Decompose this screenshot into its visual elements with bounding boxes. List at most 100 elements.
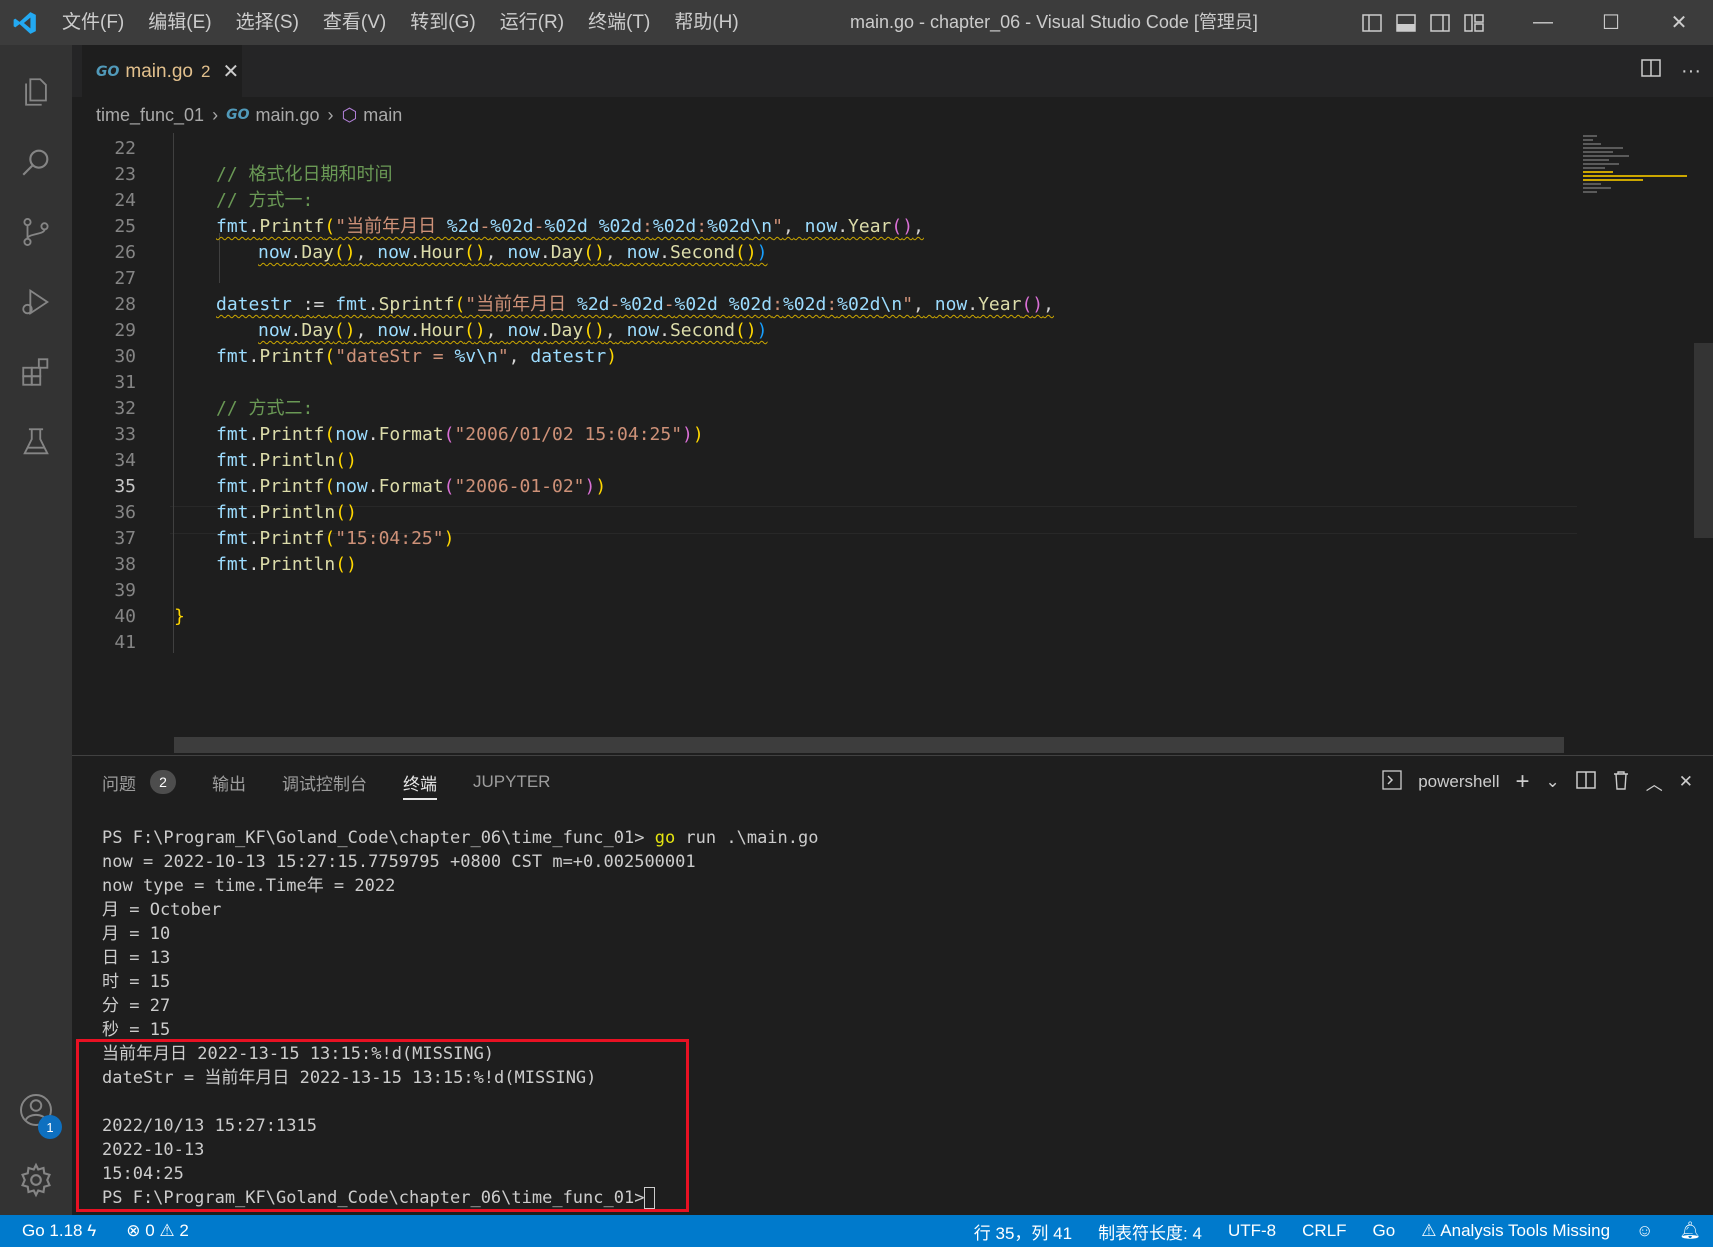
- activity-bar: 1: [0, 45, 72, 1215]
- code-line[interactable]: 32 // 方式二:: [72, 395, 1572, 423]
- code-line[interactable]: 37 fmt.Printf("15:04:25"): [72, 525, 1572, 553]
- language-status[interactable]: Go: [1373, 1221, 1396, 1241]
- source-control-icon[interactable]: [0, 197, 72, 267]
- toggle-secondary-sidebar-icon[interactable]: [1423, 0, 1457, 45]
- tab-main-go[interactable]: GO main.go 2 ✕: [82, 45, 242, 97]
- code-line[interactable]: 41: [72, 629, 1572, 657]
- notifications-bell-icon[interactable]: 🔔︎: [1679, 1221, 1701, 1241]
- tab-close-icon[interactable]: ✕: [222, 59, 239, 84]
- new-terminal-icon[interactable]: +: [1515, 768, 1529, 796]
- analysis-tools-status[interactable]: ⚠ Analysis Tools Missing: [1421, 1221, 1610, 1241]
- menu-item[interactable]: 终端(T): [576, 0, 662, 45]
- line-number: 35: [114, 476, 136, 497]
- code-line[interactable]: 40}: [72, 603, 1572, 631]
- code-editor[interactable]: 22 23 // 格式化日期和时间 24 // 方式一: 25 fmt.Printf("当前…: [72, 133, 1713, 755]
- minimap[interactable]: [1577, 133, 1713, 755]
- close-window-button[interactable]: ✕: [1645, 0, 1713, 45]
- code-text: // 方式一:: [216, 190, 314, 211]
- breadcrumb-file[interactable]: main.go: [255, 105, 319, 126]
- testing-icon[interactable]: [0, 407, 72, 477]
- accounts-icon[interactable]: 1: [0, 1075, 72, 1145]
- menu-item[interactable]: 帮助(H): [662, 0, 750, 45]
- editor-vertical-scrollbar[interactable]: [1694, 343, 1713, 538]
- symbol-cube-icon: ⬡: [341, 104, 358, 125]
- settings-gear-icon[interactable]: [0, 1145, 72, 1215]
- code-text: now.Day(), now.Hour(), now.Day(), now.Se…: [258, 320, 768, 341]
- line-number: 36: [114, 502, 136, 523]
- tab-debug-console[interactable]: 调试控制台: [282, 756, 367, 808]
- code-line[interactable]: 38 fmt.Println(): [72, 551, 1572, 579]
- cursor-position-status[interactable]: 行 35，列 41: [974, 1219, 1072, 1244]
- encoding-status[interactable]: UTF-8: [1228, 1221, 1276, 1241]
- menu-item[interactable]: 选择(S): [224, 0, 311, 45]
- close-panel-icon[interactable]: ✕: [1679, 772, 1693, 792]
- tab-size-status[interactable]: 制表符长度: 4: [1098, 1219, 1202, 1244]
- split-terminal-icon[interactable]: [1576, 770, 1596, 794]
- window-title: main.go - chapter_06 - Visual Studio Cod…: [850, 12, 1258, 32]
- breadcrumb-folder[interactable]: time_func_01: [96, 105, 204, 126]
- code-line[interactable]: 29 now.Day(), now.Hour(), now.Day(), now.…: [72, 317, 1572, 345]
- code-line[interactable]: 39: [72, 577, 1572, 605]
- code-text: }: [174, 606, 185, 627]
- code-line[interactable]: 30 fmt.Printf("dateStr = %v\n", datestr): [72, 343, 1572, 371]
- feedback-icon[interactable]: ☺: [1636, 1221, 1653, 1241]
- code-line[interactable]: 25 fmt.Printf("当前年月日 %2d-%02d-%02d %02d:%…: [72, 213, 1572, 241]
- line-number: 34: [114, 450, 136, 471]
- run-debug-icon[interactable]: [0, 267, 72, 337]
- split-editor-icon[interactable]: [1641, 59, 1661, 83]
- code-line[interactable]: 34 fmt.Println(): [72, 447, 1572, 475]
- code-line[interactable]: 36 fmt.Println(): [72, 499, 1572, 527]
- menu-item[interactable]: 转到(G): [398, 0, 487, 45]
- extensions-icon[interactable]: [0, 337, 72, 407]
- menu-item[interactable]: 编辑(E): [136, 0, 223, 45]
- code-line[interactable]: 27: [72, 265, 1572, 293]
- toggle-primary-sidebar-icon[interactable]: [1355, 0, 1389, 45]
- go-version-status[interactable]: Go 1.18 ϟ: [22, 1221, 96, 1241]
- toggle-panel-icon[interactable]: [1389, 0, 1423, 45]
- code-line[interactable]: 23 // 格式化日期和时间: [72, 161, 1572, 189]
- tab-jupyter[interactable]: JUPYTER: [473, 756, 550, 808]
- code-line[interactable]: 24 // 方式一:: [72, 187, 1572, 215]
- code-line[interactable]: 31: [72, 369, 1572, 397]
- code-text: fmt.Printf("15:04:25"): [216, 528, 455, 549]
- code-line[interactable]: 33 fmt.Printf(now.Format("2006/01/02 15:0…: [72, 421, 1572, 449]
- maximize-button[interactable]: ☐: [1577, 0, 1645, 45]
- tab-terminal[interactable]: 终端: [403, 756, 437, 808]
- line-number: 26: [114, 242, 136, 263]
- search-icon[interactable]: [0, 127, 72, 197]
- go-file-icon: GO: [96, 63, 120, 80]
- chevron-right-icon: ›: [212, 104, 219, 125]
- accounts-badge: 1: [38, 1115, 62, 1139]
- tab-problem-count: 2: [201, 61, 211, 81]
- terminal-line: 月 = October: [102, 900, 222, 920]
- code-line[interactable]: 28 datestr := fmt.Sprintf("当前年月日 %2d-%02d…: [72, 291, 1572, 319]
- line-number: 32: [114, 398, 136, 419]
- code-text: // 方式二:: [216, 398, 314, 419]
- eol-status[interactable]: CRLF: [1302, 1221, 1346, 1241]
- maximize-panel-icon[interactable]: ︿: [1646, 770, 1663, 795]
- line-number: 41: [114, 632, 136, 653]
- code-line[interactable]: 35 fmt.Printf(now.Format("2006-01-02")): [72, 473, 1572, 501]
- menu-item[interactable]: 查看(V): [311, 0, 398, 45]
- breadcrumb-symbol[interactable]: main: [363, 105, 402, 126]
- error-icon: ⊗: [126, 1221, 141, 1240]
- menu-item[interactable]: 文件(F): [50, 0, 136, 45]
- shell-name[interactable]: powershell: [1418, 772, 1499, 792]
- explorer-icon[interactable]: [0, 57, 72, 127]
- minimize-button[interactable]: —: [1509, 0, 1577, 45]
- vscode-logo-icon: [0, 0, 50, 45]
- chevron-down-icon[interactable]: ⌄: [1546, 772, 1560, 792]
- line-number: 31: [114, 372, 136, 393]
- tab-problems[interactable]: 问题 2: [102, 756, 176, 808]
- trash-icon[interactable]: [1612, 770, 1630, 795]
- code-line[interactable]: 26 now.Day(), now.Hour(), now.Day(), now.…: [72, 239, 1572, 267]
- code-line[interactable]: 22: [72, 135, 1572, 163]
- problems-status[interactable]: ⊗ 0 ⚠ 2: [126, 1221, 189, 1241]
- editor-horizontal-scrollbar[interactable]: [174, 737, 1564, 753]
- code-text: now.Day(), now.Hour(), now.Day(), now.Se…: [258, 242, 768, 263]
- tab-label: main.go: [125, 60, 194, 82]
- customize-layout-icon[interactable]: [1457, 0, 1491, 45]
- tab-output[interactable]: 输出: [212, 756, 246, 808]
- menu-item[interactable]: 运行(R): [488, 0, 576, 45]
- more-actions-icon[interactable]: ···: [1681, 60, 1701, 83]
